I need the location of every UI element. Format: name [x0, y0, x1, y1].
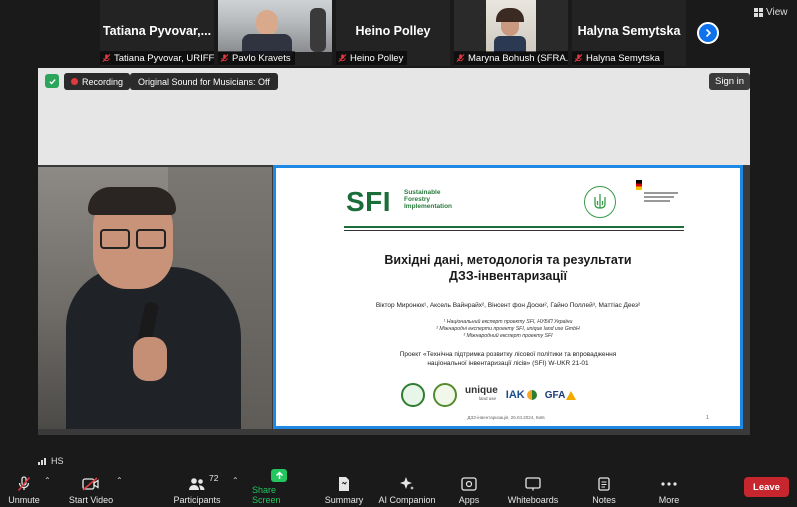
participant-caption: Pavlo Kravets — [218, 51, 295, 65]
mic-off-icon — [220, 54, 229, 62]
gfa-triangle-icon — [566, 390, 577, 400]
glasses-right-lens — [136, 229, 166, 249]
whiteboards-button[interactable]: Whiteboards — [504, 471, 562, 505]
summary-document-icon — [335, 476, 353, 492]
participant-tile-pavlo[interactable]: Pavlo Kravets — [218, 0, 332, 66]
slide-affiliations: ¹ Національний експерт проекту SFI, НУБі… — [436, 319, 580, 339]
summary-button[interactable]: Summary — [322, 471, 366, 505]
slide-project: Проект «Технічна підтримка розвитку лісо… — [399, 351, 617, 367]
participants-options-chevron-up-icon[interactable]: ⌃ — [232, 476, 239, 485]
mic-off-icon — [574, 54, 583, 62]
sparkle-icon — [398, 476, 416, 492]
video-options-chevron-up-icon[interactable]: ⌃ — [116, 476, 123, 485]
slide-divider — [344, 226, 684, 228]
slide-page-number: 1 — [706, 415, 709, 421]
slide-divider — [344, 230, 684, 231]
forest-emblem-logo-icon — [401, 383, 425, 407]
start-video-button[interactable]: Start Video — [66, 471, 116, 505]
speaker-label: HS — [38, 454, 64, 467]
signal-bars-icon — [38, 458, 46, 465]
participant-big-name: Halyna Semytska — [577, 24, 681, 38]
share-screen-button[interactable]: Share Screen — [252, 469, 306, 505]
participant-caption: Heino Polley — [336, 51, 408, 65]
participant-caption: Tatiana Pyvovar, URIFF... — [100, 51, 214, 65]
notes-button[interactable]: Notes — [588, 471, 620, 505]
slide-footer: ДЗЗ-інвентаризація, 26.04.2024, Київ — [467, 415, 545, 420]
sign-in-button[interactable]: Sign in — [709, 73, 751, 90]
ai-companion-button[interactable]: AI Companion — [376, 471, 438, 505]
gfa-logo: GFA — [545, 390, 577, 401]
check-icon — [48, 78, 56, 84]
mic-off-icon — [102, 54, 111, 62]
partner-logos: unique land use IAK GFA — [401, 383, 621, 407]
sfi-logo: SFI — [346, 186, 392, 217]
speaker-hair — [88, 187, 176, 215]
speaker-hand — [133, 337, 167, 381]
participant-tile-maryna[interactable]: Maryna Bohush (SFRA... — [454, 0, 568, 66]
mic-muted-icon — [15, 476, 33, 492]
slide-title: Вихідні дані, методологія та результати … — [384, 253, 632, 283]
more-button[interactable]: More — [654, 471, 684, 505]
shared-slide: SFI Sustainable Forestry Implementation … — [273, 165, 743, 429]
audio-options-chevron-up-icon[interactable]: ⌃ — [44, 476, 51, 485]
glasses-left-lens — [100, 229, 130, 249]
participant-video — [454, 0, 568, 52]
unmute-button[interactable]: Unmute — [6, 471, 42, 505]
original-sound-toggle[interactable]: Original Sound for Musicians: Off — [130, 73, 278, 90]
speaker-camera-feed — [38, 167, 272, 429]
chevron-right-icon — [705, 28, 712, 38]
record-dot-icon — [71, 78, 78, 85]
video-off-icon — [82, 476, 100, 492]
leave-button[interactable]: Leave — [744, 477, 789, 497]
notes-icon — [595, 476, 613, 492]
security-shield-icon[interactable] — [45, 74, 59, 88]
slide-authors: Віктор Миронюк¹, Аксель Вайнрайх², Вінсе… — [375, 302, 641, 309]
apps-icon — [460, 476, 478, 492]
participant-video — [218, 0, 332, 56]
german-ministry-logo-icon — [626, 178, 686, 218]
recording-indicator[interactable]: Recording — [64, 73, 131, 90]
participant-caption: Maryna Bohush (SFRA... — [454, 51, 568, 65]
whiteboard-icon — [524, 476, 542, 492]
grid-view-icon — [754, 7, 763, 17]
participant-caption: Halyna Semytska — [572, 51, 664, 65]
participant-tile-heino[interactable]: Heino Polley Heino Polley — [336, 0, 450, 66]
sfi-logo-subtitle: Sustainable Forestry Implementation — [404, 189, 453, 210]
participant-big-name: Tatiana Pyvovar,... — [102, 24, 212, 38]
ukraine-trident-logo-icon — [584, 186, 616, 218]
apps-button[interactable]: Apps — [454, 471, 484, 505]
university-emblem-logo-icon — [433, 383, 457, 407]
mic-off-icon — [338, 54, 347, 62]
participant-tile-tatiana[interactable]: Tatiana Pyvovar,... Tatiana Pyvovar, URI… — [100, 0, 214, 66]
view-button[interactable]: View — [754, 5, 788, 19]
iak-globe-icon — [526, 390, 537, 400]
participants-count: 72 — [209, 473, 219, 483]
unique-logo: unique land use — [465, 385, 498, 402]
more-dots-icon — [660, 476, 678, 492]
participant-tile-halyna[interactable]: Halyna Semytska Halyna Semytska — [572, 0, 686, 66]
participant-big-name: Heino Polley — [355, 24, 431, 38]
participants-icon — [188, 476, 206, 492]
mic-off-icon — [456, 54, 465, 62]
gallery-next-button[interactable] — [697, 22, 719, 44]
iak-logo: IAK — [506, 389, 537, 401]
share-screen-icon — [270, 469, 288, 482]
